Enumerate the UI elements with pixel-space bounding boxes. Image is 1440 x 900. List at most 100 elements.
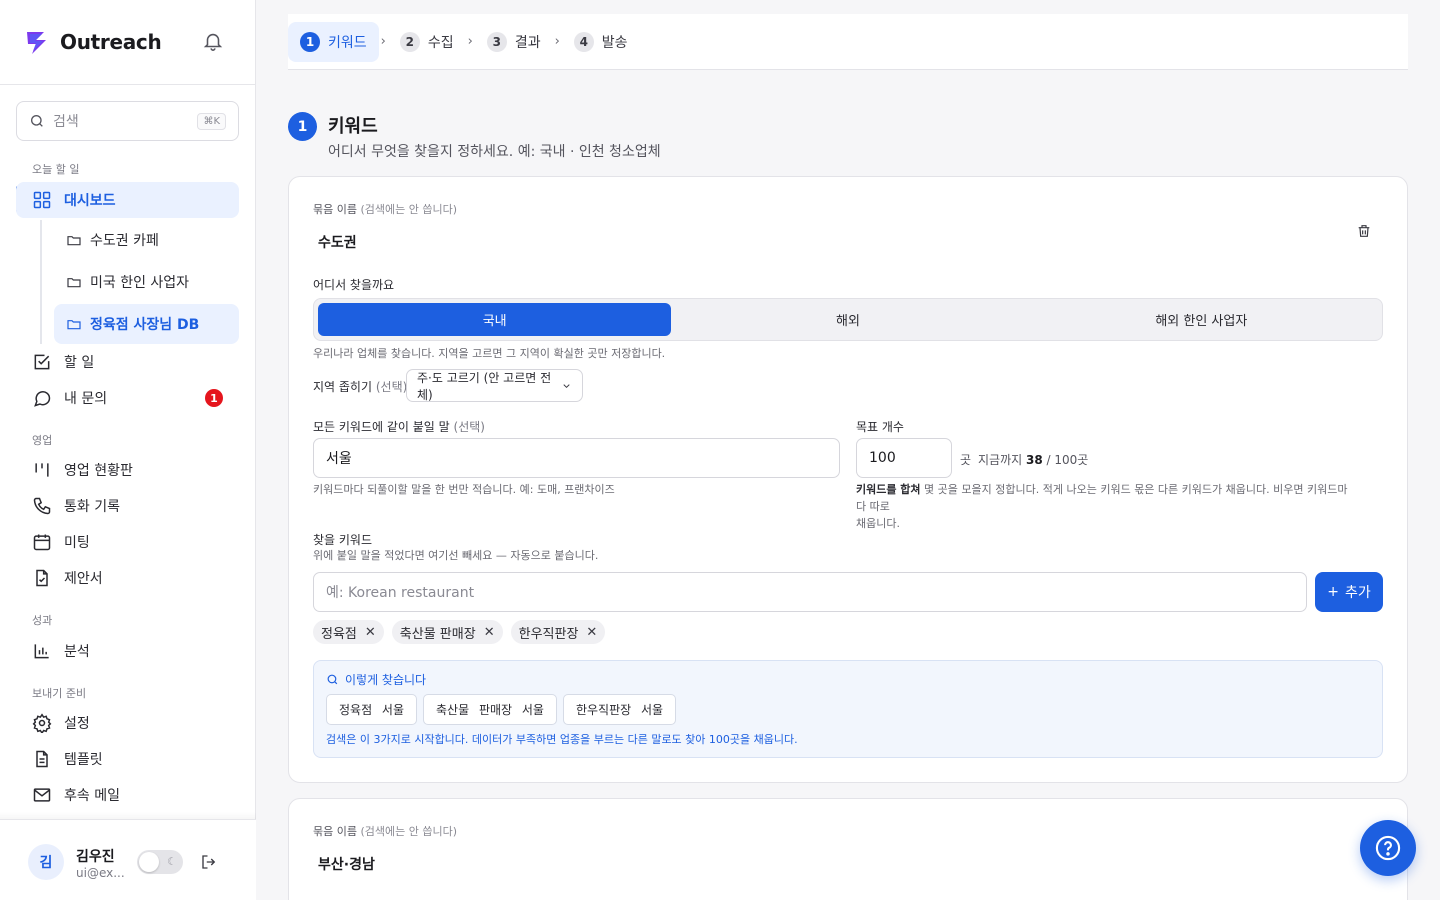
sidebar-item-label: 할 일 [64, 355, 95, 371]
step-keyword[interactable]: 1 키워드 [288, 21, 379, 62]
search-preview-box: 이렇게 찾습니다 정육점 서울 축산물 판매장 서울 한우직판장 서울 검색은 … [313, 660, 1383, 758]
keyword-chip: 축산물 판매장 ✕ [391, 620, 503, 644]
sidebar-item-label: 설정 [64, 716, 90, 732]
trash-icon[interactable] [1356, 223, 1372, 239]
keyword-group-card-2: 묶음 이름 (검색에는 안 씁니다) 부산·경남 [288, 798, 1408, 900]
search-shortcut: ⌘K [197, 112, 226, 130]
step-number: 4 [573, 31, 594, 52]
close-icon[interactable]: ✕ [586, 625, 597, 640]
kanban-icon [35, 463, 49, 477]
phone-icon [33, 497, 51, 515]
chevron-down-icon [563, 383, 570, 388]
group-name-label: 묶음 이름 (검색에는 안 씁니다) [313, 823, 457, 839]
brand-name: Outreach [60, 30, 162, 54]
sidebar-item-call-log[interactable]: 통화 기록 [16, 488, 239, 524]
sidebar-item-label: 제안서 [64, 571, 103, 587]
sidebar-subitem-butcher-db[interactable]: 정육점 사장님 DB [54, 304, 239, 344]
hint-bold: 키워드를 합쳐 [856, 483, 921, 496]
sidebar-item-followup[interactable]: 후속 메일 [16, 777, 239, 813]
sidebar-item-settings[interactable]: 설정 [16, 705, 239, 741]
group-name-label: 묶음 이름 (검색에는 안 씁니다) [313, 201, 457, 217]
where-hint: 우리나라 업체를 찾습니다. 지역을 고르면 그 지역이 확실한 곳만 저장합니… [313, 347, 666, 360]
search-icon [327, 674, 338, 685]
target-unit: 곳 [960, 453, 972, 467]
group-name-field[interactable]: 부산·경남 [318, 854, 375, 874]
wizard-stepper: 1 키워드 › 2 수집 › 3 결과 › 4 발송 [288, 14, 1408, 70]
search-input[interactable]: 검색 ⌘K [16, 101, 239, 141]
group-name-field[interactable]: 수도권 [318, 232, 357, 252]
common-word-input[interactable]: 서울 [313, 438, 840, 478]
folder-icon [67, 278, 81, 288]
target-count-input[interactable]: 100 [856, 438, 952, 478]
gear-icon [32, 713, 52, 733]
step-send[interactable]: 4 발송 [562, 22, 640, 62]
where-option-overseas[interactable]: 해외 [671, 303, 1024, 336]
step-label: 수집 [427, 34, 454, 51]
target-progress: 지금까지 38 / 100곳 [978, 451, 1088, 468]
chevron-right-icon: › [554, 34, 560, 49]
sidebar-item-meeting[interactable]: 미팅 [16, 524, 239, 560]
progress-count: 38 [1026, 453, 1043, 467]
document-icon [36, 750, 48, 768]
sidebar-item-dashboard[interactable]: 대시보드 [16, 182, 239, 218]
sidebar-item-sales-board[interactable]: 영업 현황판 [16, 452, 239, 488]
chip-label: 한우직판장 [518, 626, 579, 642]
keyword-chips: 정육점 ✕ 축산물 판매장 ✕ 한우직판장 ✕ [313, 620, 606, 644]
preview-tag: 정육점 서울 [326, 694, 418, 725]
keyword-hint: 위에 붙일 말을 적었다면 여기선 빼세요 — 자동으로 붙습니다. [313, 549, 599, 562]
label-note: (검색에는 안 씁니다) [360, 825, 458, 838]
question-circle-icon [1375, 835, 1401, 861]
button-label: 추가 [1344, 585, 1371, 601]
sidebar-item-templates[interactable]: 템플릿 [16, 741, 239, 777]
label-text: 모든 키워드에 같이 붙일 말 [313, 420, 450, 434]
moon-icon: ☾ [167, 855, 177, 868]
sidebar-item-label: 대시보드 [64, 193, 116, 209]
add-keyword-button[interactable]: + 추가 [1315, 572, 1383, 612]
bell-icon[interactable] [202, 30, 224, 52]
chat-bubble-icon [34, 391, 51, 407]
region-select[interactable]: 주·도 고르기 (안 고르면 전체) [406, 369, 583, 402]
sidebar-subitem-label: 미국 한인 사업자 [90, 275, 190, 291]
logout-icon[interactable] [200, 853, 218, 871]
sidebar-divider [0, 84, 256, 85]
avatar[interactable]: 김 [28, 844, 64, 880]
brand[interactable]: Outreach [24, 26, 162, 58]
sidebar-subitem-metro-cafe[interactable]: 수도권 카페 [54, 220, 239, 260]
theme-toggle[interactable]: ☾ [137, 850, 183, 874]
sidebar-subitem-us-korean[interactable]: 미국 한인 사업자 [54, 262, 239, 302]
common-word-hint: 키워드마다 되풀이할 말을 한 번만 적습니다. 예: 도매, 프랜차이즈 [313, 483, 615, 496]
sidebar-item-inquiry[interactable]: 내 문의 1 [16, 380, 239, 416]
step-label: 결과 [514, 34, 541, 51]
region-label: 지역 좁히기 (선택) [313, 378, 407, 395]
sidebar-item-analytics[interactable]: 분석 [16, 633, 239, 669]
close-icon[interactable]: ✕ [365, 625, 376, 640]
sub-tree-line [40, 220, 42, 344]
step-result[interactable]: 3 결과 [475, 22, 553, 62]
where-option-domestic[interactable]: 국내 [318, 303, 672, 336]
common-word-label: 모든 키워드에 같이 붙일 말 (선택) [313, 418, 485, 435]
keyword-label: 찾을 키워드 [313, 533, 373, 547]
chip-label: 축산물 판매장 [399, 626, 476, 642]
section-label-today: 오늘 할 일 [32, 163, 80, 176]
sidebar-item-proposal[interactable]: 제안서 [16, 560, 239, 596]
where-option-overseas-korean[interactable]: 해외 한인 사업자 [1025, 303, 1378, 336]
close-icon[interactable]: ✕ [484, 625, 495, 640]
section-number: 1 [288, 112, 317, 141]
bar-chart-icon [34, 644, 49, 659]
where-segmented-control: 국내 해외 해외 한인 사업자 [313, 298, 1383, 341]
sidebar-item-label: 내 문의 [64, 391, 108, 407]
select-value: 주·도 고르기 (안 고르면 전체) [417, 370, 552, 402]
folder-icon [67, 236, 81, 246]
preview-tag: 한우직판장 서울 [562, 694, 677, 725]
keyword-input[interactable]: 예: Korean restaurant [313, 572, 1307, 612]
step-number: 2 [399, 31, 420, 52]
mail-icon [33, 788, 51, 802]
help-button[interactable] [1360, 820, 1416, 876]
sidebar-item-label: 템플릿 [64, 752, 103, 768]
preview-note: 검색은 이 3가지로 시작합니다. 데이터가 부족하면 업종을 부르는 다른 말… [326, 733, 798, 746]
step-collect[interactable]: 2 수집 [388, 22, 466, 62]
chevron-right-icon: › [467, 34, 473, 49]
sidebar: Outreach 검색 ⌘K 오늘 할 일 대시보드 수도권 카페 미국 한인 … [0, 0, 256, 900]
section-label-perf: 성과 [32, 614, 53, 627]
sidebar-item-todo[interactable]: 할 일 [16, 344, 239, 380]
